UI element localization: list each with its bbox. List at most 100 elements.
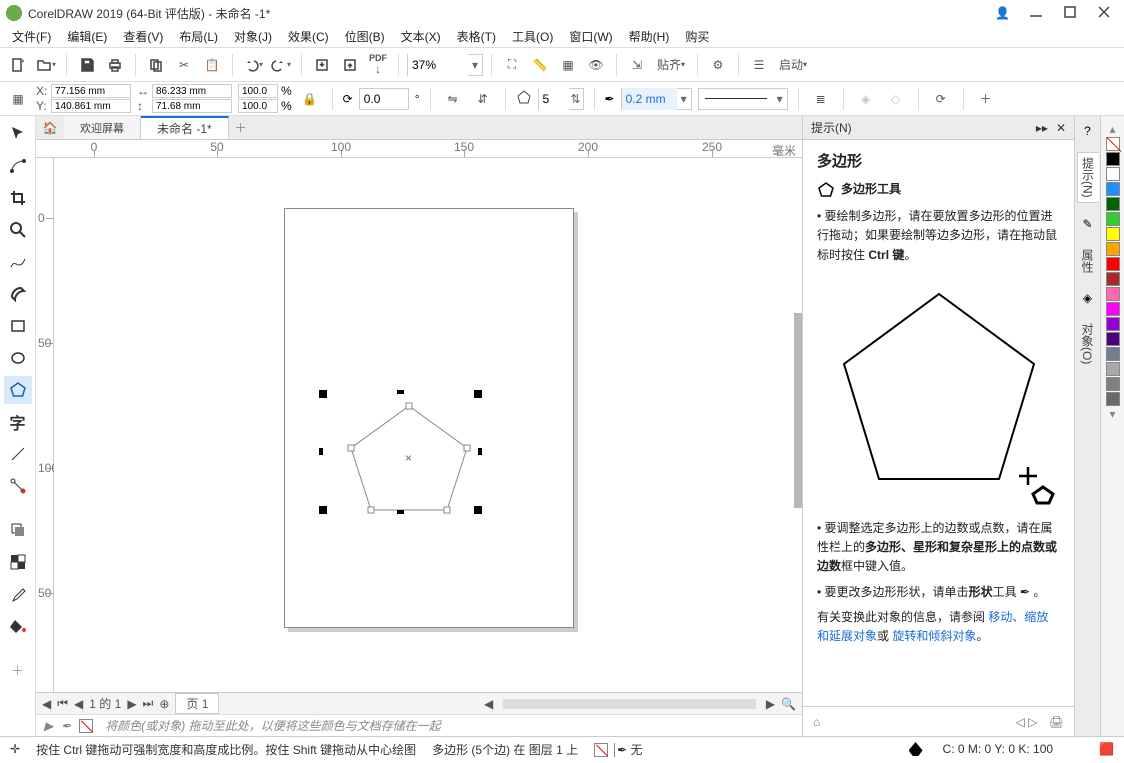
- color-swatch[interactable]: [1106, 257, 1120, 271]
- snap-toggle-icon[interactable]: ⇲: [625, 53, 649, 77]
- drop-shadow-tool[interactable]: [4, 516, 32, 544]
- docker-tab[interactable]: 属性: [1077, 245, 1098, 277]
- palette-down-icon[interactable]: ▾: [1109, 407, 1115, 421]
- undo-button[interactable]: ▾: [241, 53, 265, 77]
- palette-up-icon[interactable]: ▴: [1109, 122, 1115, 136]
- copy-button[interactable]: [144, 53, 168, 77]
- mirror-h-button[interactable]: ⇋: [441, 87, 465, 111]
- pos-y-input[interactable]: [51, 99, 131, 113]
- export-button[interactable]: [338, 53, 362, 77]
- snap-button[interactable]: 贴齐 ▾: [653, 53, 689, 77]
- rectangle-tool[interactable]: [4, 312, 32, 340]
- polygon-tool[interactable]: [4, 376, 32, 404]
- color-swatch[interactable]: [1106, 152, 1120, 166]
- show-guides-button[interactable]: 👁: [584, 53, 608, 77]
- minimize-button[interactable]: [1028, 4, 1044, 23]
- home-tab-icon[interactable]: 🏠: [36, 116, 64, 139]
- color-swatch[interactable]: [1106, 227, 1120, 241]
- parallel-dim-tool[interactable]: [4, 440, 32, 468]
- new-button[interactable]: [6, 53, 30, 77]
- crop-tool[interactable]: [4, 184, 32, 212]
- pdf-button[interactable]: PDF↓: [366, 53, 390, 77]
- close-button[interactable]: [1096, 4, 1112, 23]
- maximize-button[interactable]: [1062, 4, 1078, 23]
- hints-print-icon[interactable]: 🖨: [1049, 715, 1064, 729]
- menu-W[interactable]: 窗口(W): [563, 26, 618, 47]
- selected-polygon[interactable]: ×: [339, 398, 479, 518]
- sides-input[interactable]: ⇅: [538, 88, 584, 110]
- options-button[interactable]: ⚙: [706, 53, 730, 77]
- eyedropper-tool[interactable]: [4, 580, 32, 608]
- scale-x-input[interactable]: [238, 84, 278, 98]
- color-swatch[interactable]: [1106, 302, 1120, 316]
- toolbox-add-button[interactable]: ＋: [4, 656, 32, 684]
- menu-E[interactable]: 编辑(E): [61, 26, 113, 47]
- menu-V[interactable]: 查看(V): [117, 26, 169, 47]
- docker-tab[interactable]: 提示(N): [1077, 152, 1099, 203]
- outline-width-input[interactable]: ▾: [621, 88, 692, 110]
- color-swatch[interactable]: [1106, 242, 1120, 256]
- menu-J[interactable]: 对象(J): [228, 26, 278, 47]
- mirror-v-button[interactable]: ⇵: [471, 87, 495, 111]
- cut-button[interactable]: ✂: [172, 53, 196, 77]
- add-page-button[interactable]: ⊕: [159, 697, 169, 711]
- line-style-dropdown[interactable]: ▾: [698, 88, 788, 110]
- text-tool[interactable]: 字: [4, 408, 32, 436]
- transparency-tool[interactable]: [4, 548, 32, 576]
- color-swatch[interactable]: [1106, 347, 1120, 361]
- freehand-tool[interactable]: [4, 248, 32, 276]
- import-button[interactable]: [310, 53, 334, 77]
- ellipse-tool[interactable]: [4, 344, 32, 372]
- color-swatch[interactable]: [1106, 332, 1120, 346]
- height-input[interactable]: [152, 99, 232, 113]
- color-swatch[interactable]: [1106, 287, 1120, 301]
- menu-H[interactable]: 帮助(H): [623, 26, 676, 47]
- color-swatch[interactable]: [1106, 392, 1120, 406]
- color-swatch[interactable]: [1106, 182, 1120, 196]
- color-swatch[interactable]: [1106, 212, 1120, 226]
- fill-tool[interactable]: [4, 612, 32, 640]
- document-tab[interactable]: 未命名 -1*: [141, 116, 229, 139]
- menu-C[interactable]: 效果(C): [282, 26, 335, 47]
- zoom-tool[interactable]: [4, 216, 32, 244]
- docker-close-icon[interactable]: ✕: [1056, 121, 1066, 135]
- color-swatch[interactable]: [1106, 377, 1120, 391]
- zoom-fit-icon[interactable]: 🔍: [781, 697, 796, 711]
- menu-X[interactable]: 文本(X): [395, 26, 447, 47]
- color-swatch[interactable]: [1106, 197, 1120, 211]
- artistic-media-tool[interactable]: [4, 280, 32, 308]
- no-fill-swatch[interactable]: [1106, 137, 1120, 151]
- convert-curves-button[interactable]: ⟳: [929, 87, 953, 111]
- pick-tool[interactable]: [4, 120, 32, 148]
- hints-back-icon[interactable]: ◁: [1016, 715, 1025, 729]
- wrap-text-button[interactable]: ≣: [809, 87, 833, 111]
- user-icon[interactable]: 👤: [995, 6, 1010, 20]
- rotation-input[interactable]: [359, 88, 409, 110]
- width-input[interactable]: [152, 84, 232, 98]
- color-swatch[interactable]: [1106, 272, 1120, 286]
- pos-x-input[interactable]: [51, 84, 131, 98]
- docker-tab[interactable]: 对象(O): [1077, 319, 1098, 368]
- object-origin-button[interactable]: ▦: [6, 87, 30, 111]
- menu-[interactable]: 购买: [679, 26, 715, 47]
- hints-home-icon[interactable]: ⌂: [813, 715, 820, 729]
- show-grid-button[interactable]: ▦: [556, 53, 580, 77]
- color-proof-icon[interactable]: 🟥: [1099, 742, 1114, 756]
- launch-icon[interactable]: ☰: [747, 53, 771, 77]
- save-button[interactable]: [75, 53, 99, 77]
- lock-ratio-button[interactable]: 🔒: [298, 87, 322, 111]
- launch-button[interactable]: 启动 ▾: [775, 53, 811, 77]
- show-rulers-button[interactable]: 📏: [528, 53, 552, 77]
- scroll-left-icon[interactable]: ◀: [42, 697, 51, 711]
- paste-button[interactable]: 📋: [200, 53, 224, 77]
- menu-T[interactable]: 表格(T): [451, 26, 502, 47]
- menu-O[interactable]: 工具(O): [506, 26, 559, 47]
- connector-tool[interactable]: [4, 472, 32, 500]
- scale-y-input[interactable]: [238, 99, 278, 113]
- welcome-tab[interactable]: 欢迎屏幕: [64, 116, 141, 139]
- new-tab-button[interactable]: ＋: [229, 116, 253, 139]
- docker-collapse-icon[interactable]: ▸▸: [1036, 121, 1048, 135]
- print-button[interactable]: [103, 53, 127, 77]
- pen-icon[interactable]: ✒: [61, 719, 71, 733]
- outline-color-indicator[interactable]: [909, 742, 923, 756]
